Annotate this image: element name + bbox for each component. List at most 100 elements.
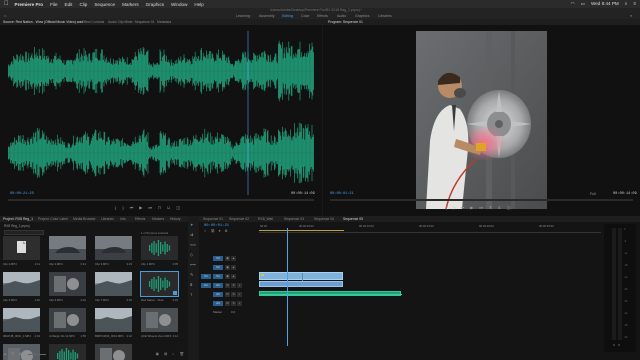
workspace-graphics[interactable]: Graphics — [355, 14, 369, 18]
bin-item[interactable]: IMGPJB_0001_1.MP4 2:04 — [3, 308, 40, 341]
delete-icon[interactable]: 🗑︎ — [179, 352, 184, 358]
tab-project[interactable]: Project: RX8 Reg_1 — [3, 217, 33, 221]
timeline-track-area[interactable] — [259, 256, 601, 336]
clip-thumbnail[interactable] — [95, 236, 132, 260]
lock-icon[interactable]: 🔒︎ — [4, 352, 6, 358]
tab-media-browser[interactable]: Media Browser — [73, 217, 96, 221]
snap-icon[interactable]: ∩ — [204, 229, 206, 233]
export-frame-icon[interactable]: ◫ — [176, 205, 180, 210]
clip-thumbnail[interactable] — [49, 308, 86, 332]
solo-button[interactable]: S — [231, 283, 236, 288]
lock-track-icon[interactable]: 🔒︎ — [231, 256, 236, 261]
workspace-audio[interactable]: Audio — [337, 14, 346, 18]
tab-sequence-02[interactable]: Sequence 02 — [229, 217, 249, 221]
track-label[interactable]: V2 — [213, 265, 223, 270]
bin-item[interactable]: BMPC0003_0001.MP4 2:22 — [95, 308, 132, 341]
workspace-effects[interactable]: Effects — [317, 14, 328, 18]
mute-button[interactable]: M — [225, 283, 230, 288]
video-clip-v1[interactable] — [259, 272, 343, 281]
workspace-editing[interactable]: Editing — [282, 14, 293, 18]
timeline-settings-icon[interactable]: ⚙︎ — [224, 229, 227, 233]
tab-sequence-01[interactable]: Sequence 01 — [203, 217, 223, 221]
menu-file[interactable]: File — [50, 2, 57, 7]
toggle-output-icon[interactable]: ◉ — [225, 274, 230, 279]
zoom-slider[interactable] — [27, 354, 46, 355]
menu-edit[interactable]: Edit — [65, 2, 73, 7]
master-volume[interactable]: 0.0 — [231, 310, 235, 314]
search-icon[interactable]: ⌕ — [625, 1, 628, 7]
bin-item[interactable]: Clip 7.MP4 3:01 — [95, 272, 132, 305]
battery-icon[interactable]: ▭ — [581, 1, 585, 7]
toggle-output-icon[interactable]: ◉ — [225, 256, 230, 261]
home-icon[interactable]: ⌂ — [4, 13, 6, 18]
play-icon[interactable]: ▶ — [139, 205, 142, 210]
solo-button[interactable]: S — [231, 301, 236, 306]
clip-thumbnail[interactable] — [140, 271, 179, 297]
tab-effects[interactable]: Effects — [135, 217, 145, 221]
clip-thumbnail[interactable] — [49, 272, 86, 296]
bin-item[interactable]: Clip 3.MP4 3:23 — [95, 236, 132, 269]
bin-item[interactable]: Clip 2.MP4 3:14 — [49, 236, 86, 269]
source-timecode-in[interactable]: 00:00:21:20 — [10, 192, 34, 196]
tab-program[interactable]: Program: Sequence 01 — [328, 20, 363, 24]
mark-out-icon[interactable]: } — [122, 205, 123, 210]
workspace-learning[interactable]: Learning — [236, 14, 250, 18]
mark-in-icon[interactable]: { — [115, 205, 116, 210]
new-item-icon[interactable]: ▤ — [164, 352, 167, 358]
project-search-input[interactable] — [4, 230, 44, 235]
icon-view-icon[interactable]: ▦ — [19, 352, 22, 358]
track-label[interactable]: V1 — [213, 274, 223, 279]
mic-icon[interactable]: ◐ — [237, 283, 242, 288]
step-back-icon[interactable]: ⏮ — [130, 205, 134, 210]
workspace-libraries[interactable]: Libraries — [378, 14, 392, 18]
program-fit-dropdown[interactable]: Full — [590, 192, 596, 196]
bin-item[interactable]: Clip 1.MP4 4:05 — [141, 236, 178, 269]
program-scrub-bar[interactable] — [330, 199, 633, 201]
clock[interactable]: Wed 8:44 PM — [591, 1, 619, 7]
program-timecode-in[interactable]: 00:00:01:21 — [330, 192, 354, 196]
menu-clip[interactable]: Clip — [79, 2, 87, 7]
list-view-icon[interactable]: ☰ — [11, 352, 14, 358]
source-patch-v1[interactable]: V1 — [201, 274, 211, 279]
track-select-tool-icon[interactable]: ⇉ — [190, 232, 196, 237]
playhead[interactable] — [287, 228, 288, 346]
slip-tool-icon[interactable]: ⟷ — [190, 262, 196, 267]
toggle-output-icon[interactable]: ◉ — [225, 265, 230, 270]
clip-thumbnail[interactable] — [95, 272, 132, 296]
timeline-ruler[interactable]: 00:00 00:00:05:00 00:00:10:00 00:00:15:0… — [259, 224, 601, 233]
mic-icon[interactable]: ◐ — [237, 301, 242, 306]
clip-thumbnail[interactable] — [3, 236, 40, 260]
bin-item[interactable]: ACE Wheels shoot.MP4 3:14 — [141, 308, 178, 341]
menu-window[interactable]: Window — [171, 2, 187, 7]
tab-markers[interactable]: Markers — [152, 217, 164, 221]
mark-in-icon[interactable]: { — [446, 205, 447, 210]
selection-tool-icon[interactable]: ➤ — [190, 222, 196, 227]
tab-metadata[interactable]: Metadata — [157, 20, 171, 24]
apple-icon[interactable]:  — [4, 1, 9, 7]
source-waveform[interactable] — [8, 31, 314, 195]
step-back-icon[interactable]: ⏮ — [461, 205, 465, 210]
bin-item[interactable]: A Margin 0G 11.MP4 1:55 — [49, 308, 86, 341]
play-icon[interactable]: ▶ — [470, 205, 473, 210]
clip-thumbnail[interactable] — [141, 236, 178, 260]
search-icon[interactable]: ⌕ — [630, 13, 632, 18]
video-clip-v1-b[interactable] — [259, 281, 343, 287]
bin-item[interactable]: Clip 6.MP4 2:10 — [49, 272, 86, 305]
lift-icon[interactable]: ⊼ — [489, 205, 492, 210]
step-forward-icon[interactable]: ⏭ — [479, 205, 483, 210]
menu-graphics[interactable]: Graphics — [146, 2, 164, 7]
bin-item[interactable]: Clip 4.MP4 2:11 — [3, 236, 40, 269]
mic-icon[interactable]: ◐ — [237, 292, 242, 297]
mute-button[interactable]: M — [225, 292, 230, 297]
tab-project-color[interactable]: Project: Color Label — [38, 217, 68, 221]
step-forward-icon[interactable]: ⏭ — [148, 205, 152, 210]
menu-markers[interactable]: Markers — [122, 2, 139, 7]
source-scrub-bar[interactable] — [8, 199, 314, 201]
solo-meter-button[interactable]: S — [618, 343, 620, 347]
ripple-edit-tool-icon[interactable]: ⟺ — [190, 242, 196, 247]
track-label[interactable]: A3 — [213, 301, 223, 306]
tab-sequence-04[interactable]: Sequence 04 — [314, 217, 334, 221]
workspace-assembly[interactable]: Assembly — [259, 14, 275, 18]
source-patch-a1[interactable]: A1 — [201, 283, 211, 288]
menu-sequence[interactable]: Sequence — [94, 2, 115, 7]
